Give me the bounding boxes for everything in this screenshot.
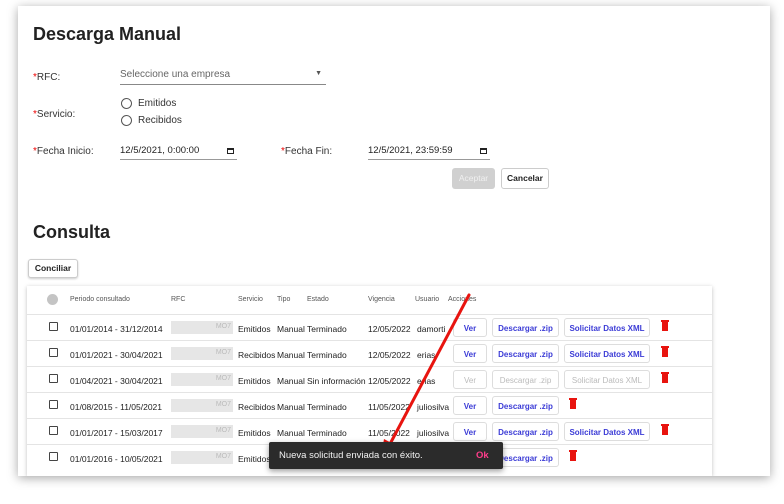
snackbar: Nueva solicitud enviada con éxito. Ok (269, 442, 503, 469)
app-window: Descarga Manual *RFC: Seleccione una emp… (18, 6, 770, 476)
annotation-arrow (380, 293, 471, 462)
snackbar-ok-button[interactable]: Ok (476, 450, 489, 461)
arrow-shaft (388, 293, 471, 446)
snackbar-message: Nueva solicitud enviada con éxito. (279, 450, 423, 461)
